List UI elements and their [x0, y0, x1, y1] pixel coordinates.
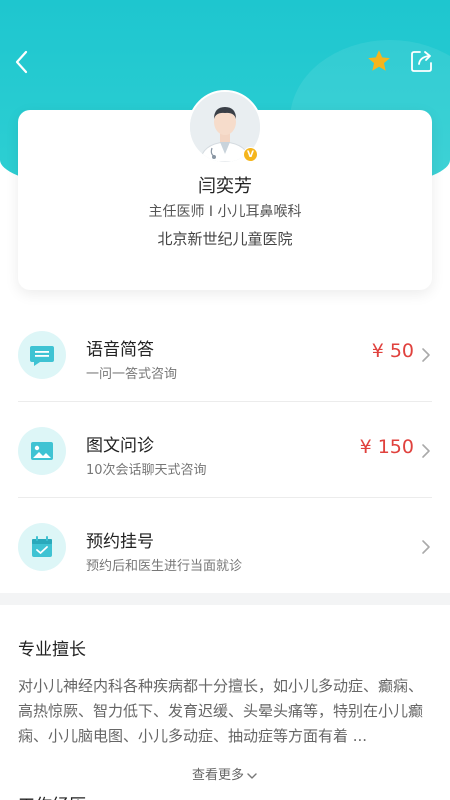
doctor-title: 主任医师 I 小儿耳鼻喉科 — [148, 204, 302, 220]
image-icon — [31, 442, 53, 460]
back-button[interactable] — [10, 46, 38, 78]
favorite-button[interactable] — [366, 48, 392, 74]
divider — [18, 497, 432, 498]
service-title: 图文问诊 — [86, 436, 154, 456]
service-icon-container — [18, 331, 66, 379]
see-more-label: 查看更多 — [191, 768, 244, 783]
share-icon — [411, 51, 432, 72]
service-title: 预约挂号 — [86, 532, 154, 552]
service-icon-container — [18, 427, 66, 475]
service-description: 一问一答式咨询 — [86, 367, 178, 382]
share-button[interactable] — [409, 48, 435, 74]
chevron-left-icon — [15, 50, 28, 74]
section-separator — [0, 593, 450, 605]
work-experience-heading: 工作经历 — [18, 791, 86, 800]
calendar-check-icon — [32, 536, 52, 557]
doctor-name: 闫奕芳 — [198, 176, 252, 197]
service-description: 预约后和医生进行当面就诊 — [86, 559, 243, 574]
expertise-text: 对小儿神经内科各种疾病都十分擅长，如小儿多动症、癫痫、高热惊厥、智力低下、发育迟… — [18, 677, 424, 745]
doctor-hospital: 北京新世纪儿童医院 — [157, 230, 293, 248]
service-voice-answer[interactable]: 语音简答 一问一答式咨询 ¥ 50 — [18, 307, 432, 402]
service-price: ¥ 50 — [371, 340, 414, 362]
expertise-heading: 专业擅长 — [18, 640, 86, 660]
chevron-down-icon — [247, 772, 257, 779]
chat-bubble-icon — [30, 346, 54, 366]
verified-badge: V — [243, 147, 258, 162]
divider — [18, 401, 432, 402]
service-icon-container — [18, 523, 66, 571]
service-description: 10次会话聊天式咨询 — [86, 463, 207, 478]
service-appointment[interactable]: 预约挂号 预约后和医生进行当面就诊 — [18, 499, 432, 594]
see-more-button[interactable]: 查看更多 — [0, 764, 450, 783]
service-title: 语音简答 — [86, 340, 154, 360]
chevron-right-icon — [422, 444, 430, 458]
service-image-consult[interactable]: 图文问诊 10次会话聊天式咨询 ¥ 150 — [18, 403, 432, 498]
star-icon — [368, 50, 390, 71]
chevron-right-icon — [422, 348, 430, 362]
service-price: ¥ 150 — [359, 436, 414, 458]
chevron-right-icon — [422, 540, 430, 554]
